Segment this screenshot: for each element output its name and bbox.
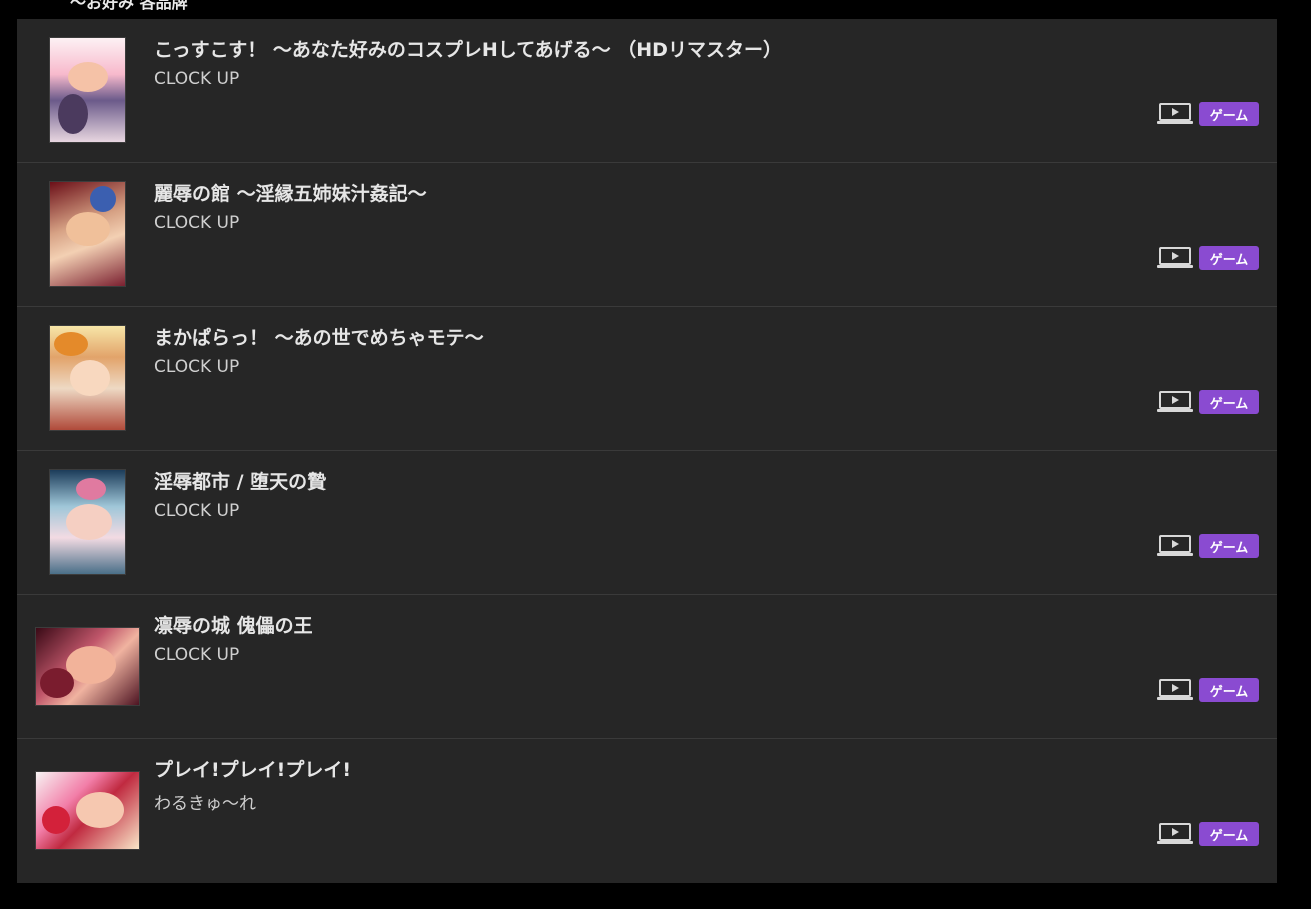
header-clipped-text: ～お好み 各品牌 (70, 0, 188, 12)
product-title[interactable]: まかぱらっ！ ～あの世でめちゃモテ～ (154, 323, 484, 350)
product-thumbnail[interactable] (49, 469, 126, 575)
video-laptop-icon (1157, 391, 1193, 412)
product-thumbnail[interactable] (49, 181, 126, 287)
product-list: こっすこす！ ～あなた好みのコスプレHしてあげる～ （HDリマスター） CLOC… (17, 19, 1277, 883)
list-item[interactable]: 凛辱の城 傀儡の王 CLOCK UP ゲーム (17, 595, 1277, 739)
product-maker[interactable]: わるきゅ～れ (154, 789, 256, 814)
product-maker[interactable]: CLOCK UP (154, 357, 239, 377)
product-title[interactable]: 麗辱の館 ～淫縁五姉妹汁姦記～ (154, 179, 427, 206)
product-title[interactable]: 淫辱都市 / 堕天の贄 (154, 467, 326, 494)
product-thumbnail[interactable] (49, 37, 126, 143)
product-thumbnail[interactable] (49, 325, 126, 431)
list-item[interactable]: プレイ!プレイ!プレイ! わるきゅ～れ ゲーム (17, 739, 1277, 882)
video-laptop-icon (1157, 823, 1193, 844)
product-maker[interactable]: CLOCK UP (154, 645, 239, 665)
category-badge-game[interactable]: ゲーム (1199, 678, 1259, 702)
category-badge-game[interactable]: ゲーム (1199, 102, 1259, 126)
category-badge-game[interactable]: ゲーム (1199, 390, 1259, 414)
category-badge-game[interactable]: ゲーム (1199, 246, 1259, 270)
product-maker[interactable]: CLOCK UP (154, 69, 239, 89)
video-laptop-icon (1157, 247, 1193, 268)
product-thumbnail[interactable] (35, 627, 140, 706)
list-item[interactable]: 淫辱都市 / 堕天の贄 CLOCK UP ゲーム (17, 451, 1277, 595)
video-laptop-icon (1157, 679, 1193, 700)
list-item[interactable]: 麗辱の館 ～淫縁五姉妹汁姦記～ CLOCK UP ゲーム (17, 163, 1277, 307)
page-header-clipped: ～お好み 各品牌 (0, 0, 1311, 19)
product-title[interactable]: 凛辱の城 傀儡の王 (154, 611, 313, 638)
category-badge-game[interactable]: ゲーム (1199, 822, 1259, 846)
video-laptop-icon (1157, 535, 1193, 556)
product-title[interactable]: プレイ!プレイ!プレイ! (154, 755, 351, 782)
product-maker[interactable]: CLOCK UP (154, 501, 239, 521)
product-thumbnail[interactable] (35, 771, 140, 850)
video-laptop-icon (1157, 103, 1193, 124)
product-maker[interactable]: CLOCK UP (154, 213, 239, 233)
product-title[interactable]: こっすこす！ ～あなた好みのコスプレHしてあげる～ （HDリマスター） (154, 35, 782, 62)
category-badge-game[interactable]: ゲーム (1199, 534, 1259, 558)
list-item[interactable]: こっすこす！ ～あなた好みのコスプレHしてあげる～ （HDリマスター） CLOC… (17, 19, 1277, 163)
list-item[interactable]: まかぱらっ！ ～あの世でめちゃモテ～ CLOCK UP ゲーム (17, 307, 1277, 451)
